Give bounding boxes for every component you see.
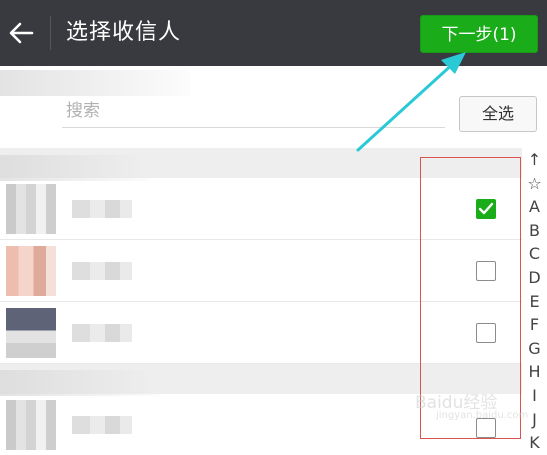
index-letter[interactable]: E (522, 290, 547, 314)
contact-name-blurred (72, 416, 132, 434)
index-letter[interactable]: K (522, 431, 547, 455)
next-step-button[interactable]: 下一步(1) (420, 15, 538, 53)
watermark-subtext: jingyan.baidu.com (436, 410, 529, 421)
index-letter[interactable]: D (522, 266, 547, 290)
privacy-blur (0, 70, 190, 96)
index-letter[interactable]: B (522, 219, 547, 243)
contact-name-blurred (72, 262, 132, 280)
index-letter[interactable]: G (522, 337, 547, 361)
index-letter[interactable]: H (522, 360, 547, 384)
privacy-blur (0, 155, 150, 181)
alphabet-index[interactable]: ↑ ☆ A B C D E F G H I J K (522, 148, 547, 452)
index-letter[interactable]: I (522, 384, 547, 408)
avatar (6, 246, 56, 296)
index-letter[interactable]: A (522, 195, 547, 219)
index-letter[interactable]: F (522, 313, 547, 337)
avatar (6, 400, 56, 450)
contact-name-blurred (72, 324, 132, 342)
contact-row[interactable] (0, 302, 522, 364)
select-all-button[interactable]: 全选 (459, 96, 537, 132)
privacy-blur (0, 370, 160, 396)
contact-checkbox[interactable] (476, 261, 496, 281)
search-input[interactable] (62, 94, 445, 128)
title-divider (50, 16, 51, 50)
contact-row[interactable] (0, 240, 522, 302)
top-bar: 选择收信人 下一步(1) (0, 0, 547, 66)
checkmark-icon (478, 202, 494, 215)
contact-checkbox[interactable] (476, 418, 496, 438)
avatar (6, 308, 56, 358)
contact-row[interactable] (0, 178, 522, 240)
index-letter[interactable]: C (522, 242, 547, 266)
page-title: 选择收信人 (66, 20, 182, 45)
index-letter[interactable]: ↑ (522, 148, 547, 172)
contact-name-blurred (72, 200, 132, 218)
contact-checkbox[interactable] (476, 199, 496, 219)
index-letter[interactable]: ☆ (522, 172, 547, 196)
contact-checkbox[interactable] (476, 323, 496, 343)
back-arrow-icon[interactable] (8, 20, 34, 46)
avatar (6, 184, 56, 234)
